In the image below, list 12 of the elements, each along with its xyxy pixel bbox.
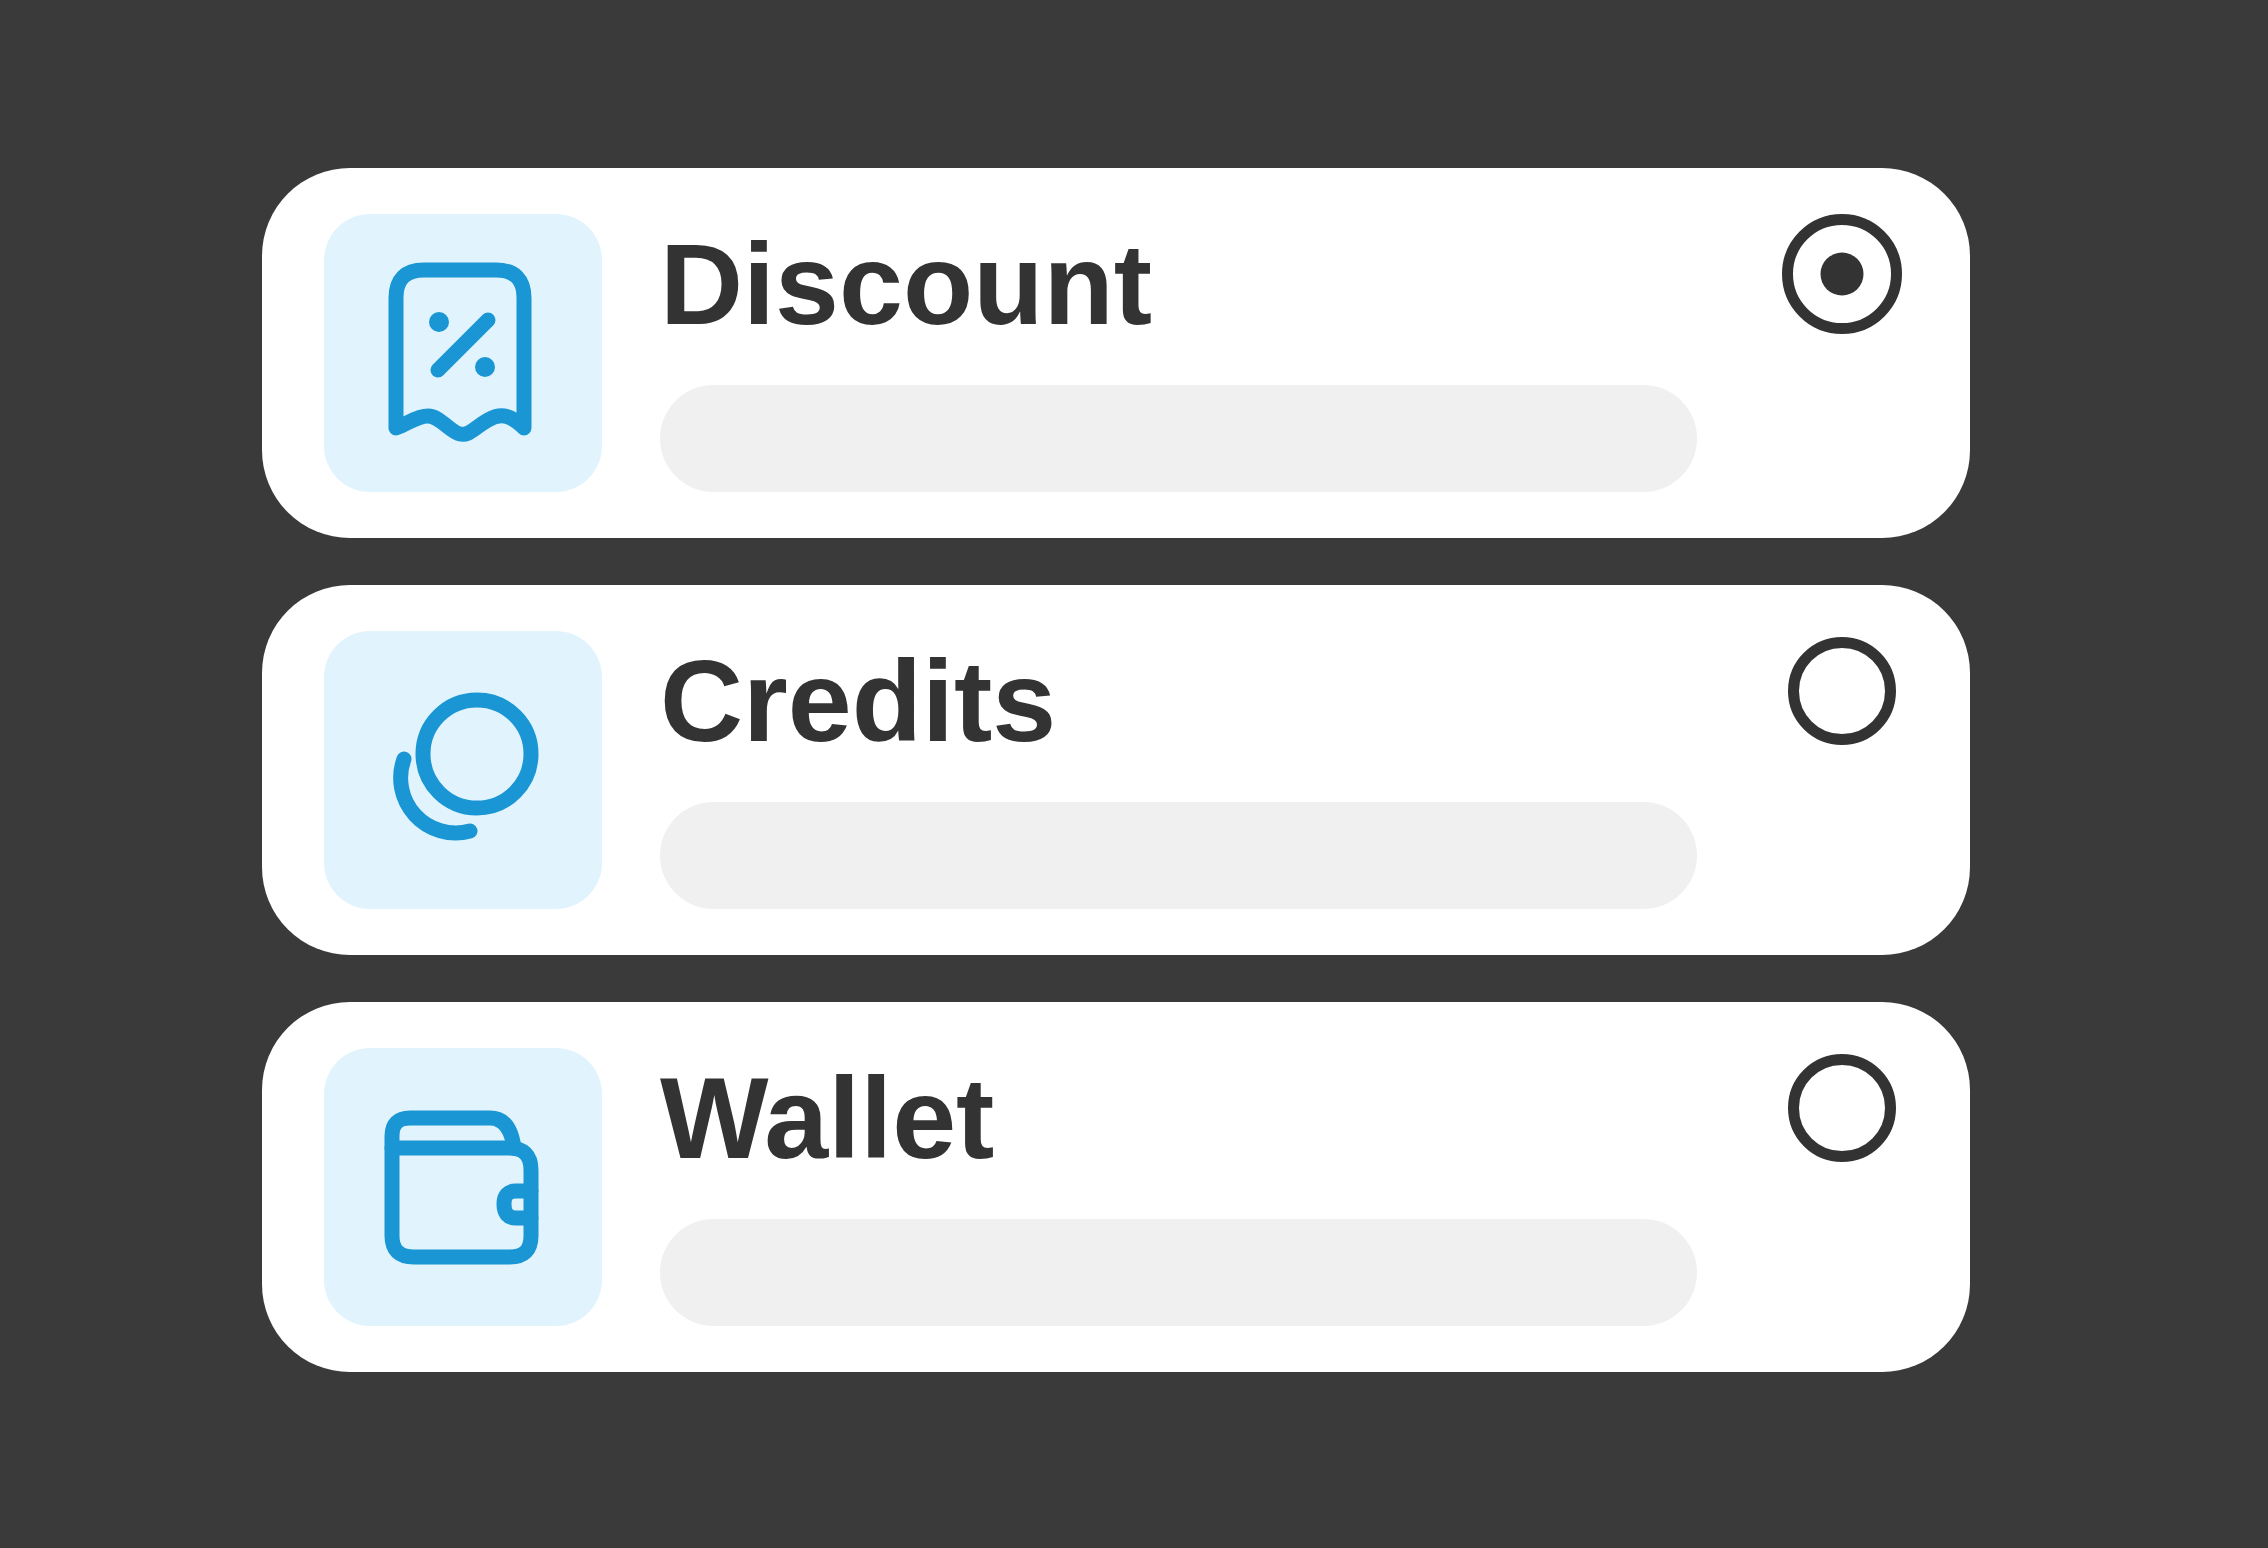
- radio-button[interactable]: [1782, 214, 1902, 334]
- radio-button[interactable]: [1788, 1054, 1896, 1162]
- wallet-icon: [324, 1048, 602, 1326]
- option-title: Credits: [660, 644, 1058, 759]
- option-title: Discount: [660, 227, 1153, 342]
- option-card[interactable]: Wallet: [262, 1002, 1970, 1372]
- radio-button[interactable]: [1788, 637, 1896, 745]
- option-card[interactable]: Credits: [262, 585, 1970, 955]
- option-title: Wallet: [660, 1061, 996, 1176]
- coins-icon: [324, 631, 602, 909]
- receipt-percent-icon: [324, 214, 602, 492]
- option-card[interactable]: Discount: [262, 168, 1970, 538]
